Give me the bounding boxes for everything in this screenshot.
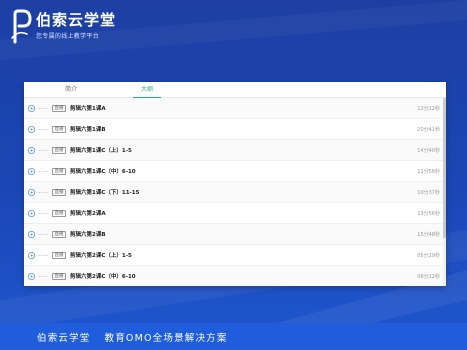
lesson-duration: 08分12秒	[417, 273, 440, 280]
lesson-title: 剪辑六第1课B	[70, 127, 106, 133]
scrollbar-thumb[interactable]	[443, 98, 446, 238]
progress-dashes	[38, 149, 49, 151]
footer-brand: 伯索云学堂	[37, 332, 91, 344]
lesson-duration: 20分41秒	[417, 126, 440, 133]
lesson-row[interactable]: 直播 剪辑六第1课C（下）11-15 10分37秒	[24, 182, 446, 203]
live-badge: 直播	[52, 251, 66, 259]
live-badge: 直播	[52, 104, 66, 112]
progress-dashes	[38, 170, 49, 172]
progress-dashes	[38, 128, 49, 130]
play-icon	[28, 272, 35, 280]
play-icon	[28, 209, 35, 217]
progress-dashes	[38, 107, 49, 109]
lesson-title: 剪辑六第1课A	[70, 106, 106, 112]
progress-dashes	[38, 275, 49, 277]
live-badge: 直播	[52, 125, 66, 133]
lesson-row[interactable]: 直播 剪辑六第2课B 15分48秒	[24, 224, 446, 245]
lesson-row[interactable]: 直播 剪辑六第1课B 20分41秒	[24, 119, 446, 140]
lesson-list: 直播 剪辑六第1课A 12分12秒 直播 剪辑六第1课B 20分41秒 直播 剪…	[24, 98, 446, 286]
lesson-row[interactable]: 直播 剪辑六第1课C（中）6-10 12分58秒	[24, 161, 446, 182]
play-icon	[28, 125, 35, 133]
lesson-duration: 10分37秒	[417, 189, 440, 196]
lesson-title: 剪辑六第2课C（中）6-10	[70, 274, 136, 280]
brand-header: 伯索云学堂 您专属的线上教学平台	[10, 8, 116, 48]
play-icon	[28, 146, 35, 154]
lesson-duration: 12分12秒	[417, 105, 440, 112]
lesson-row[interactable]: 直播 剪辑六第2课C（中）6-10 08分12秒	[24, 266, 446, 286]
progress-dashes	[38, 191, 49, 193]
p-logo-icon	[11, 9, 32, 44]
course-outline-card: 简介 大纲 直播 剪辑六第1课A 12分12秒 直播 剪辑六第1课B 20分41…	[24, 82, 446, 286]
lesson-title: 剪辑六第2课A	[70, 211, 106, 217]
brand-slogan: 您专属的线上教学平台	[36, 33, 100, 40]
lesson-title: 剪辑六第1课C（上）1-5	[70, 148, 132, 154]
tab-intro[interactable]: 简介	[54, 82, 88, 98]
live-badge: 直播	[52, 230, 66, 238]
lesson-duration: 12分58秒	[417, 168, 440, 175]
play-icon	[28, 230, 35, 238]
live-badge: 直播	[52, 167, 66, 175]
live-badge: 直播	[52, 272, 66, 280]
lesson-title: 剪辑六第1课C（中）6-10	[70, 169, 136, 175]
tab-outline[interactable]: 大纲	[133, 82, 161, 98]
tab-bar: 简介 大纲	[24, 82, 446, 98]
lesson-duration: 05分29秒	[417, 252, 440, 259]
lesson-duration: 15分48秒	[417, 231, 440, 238]
play-icon	[28, 104, 35, 112]
progress-dashes	[38, 254, 49, 256]
progress-dashes	[38, 212, 49, 214]
live-badge: 直播	[52, 146, 66, 154]
footer-banner: 伯索云学堂 教育OMO全场景解决方案	[0, 323, 467, 350]
progress-dashes	[38, 233, 49, 235]
lesson-duration: 14分40秒	[417, 147, 440, 154]
lesson-row[interactable]: 直播 剪辑六第2课A 13分56秒	[24, 203, 446, 224]
lesson-duration: 13分56秒	[417, 210, 440, 217]
lesson-row[interactable]: 直播 剪辑六第2课C（上）1-5 05分29秒	[24, 245, 446, 266]
brand-name: 伯索云学堂	[36, 11, 117, 29]
lesson-title: 剪辑六第2课C（上）1-5	[70, 253, 132, 259]
lesson-title: 剪辑六第1课C（下）11-15	[70, 190, 140, 196]
live-badge: 直播	[52, 188, 66, 196]
play-icon	[28, 251, 35, 259]
live-badge: 直播	[52, 209, 66, 217]
lesson-row[interactable]: 直播 剪辑六第1课A 12分12秒	[24, 98, 446, 119]
lesson-row[interactable]: 直播 剪辑六第1课C（上）1-5 14分40秒	[24, 140, 446, 161]
play-icon	[28, 188, 35, 196]
play-icon	[28, 167, 35, 175]
lesson-title: 剪辑六第2课B	[70, 232, 106, 238]
footer-slogan: 教育OMO全场景解决方案	[104, 332, 228, 344]
